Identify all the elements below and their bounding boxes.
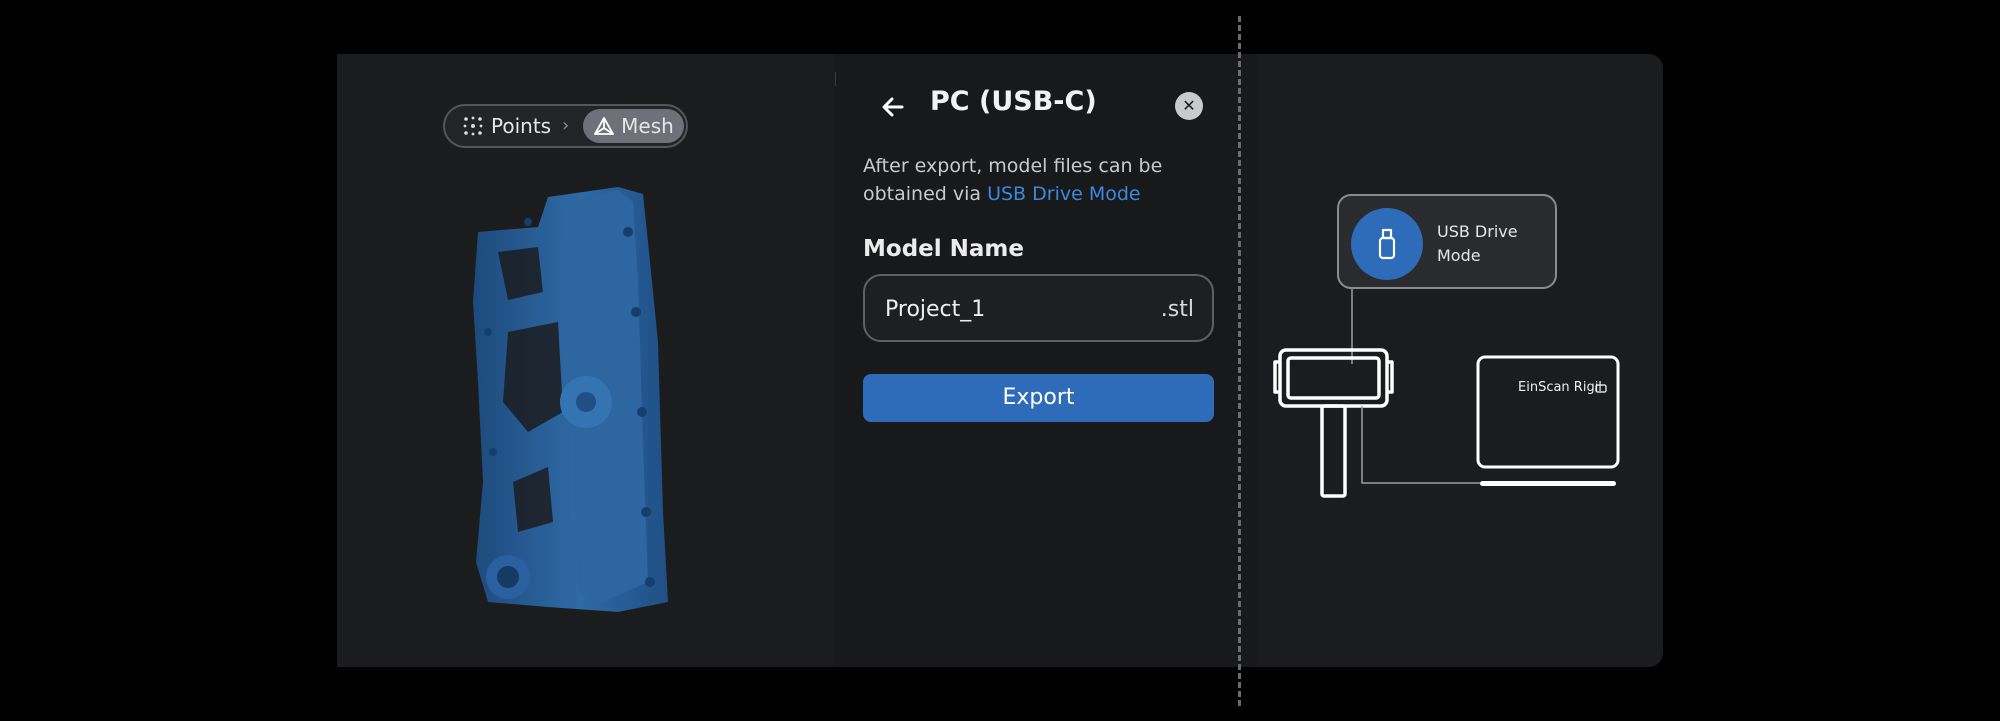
- usb-drive-mode-link[interactable]: USB Drive Mode: [987, 183, 1141, 205]
- laptop-icon: [1476, 355, 1620, 486]
- model-name-label: Model Name: [863, 236, 1024, 262]
- usb-icon: [1351, 208, 1423, 280]
- back-arrow-icon[interactable]: [876, 90, 910, 124]
- file-extension: .stl: [1160, 297, 1194, 322]
- close-icon: ✕: [1182, 96, 1196, 115]
- scanner-icon: [1273, 348, 1394, 498]
- usb-drive-mode-label: USB Drive Mode: [1437, 222, 1518, 265]
- points-label: Points: [491, 114, 552, 138]
- panel-divider: [835, 72, 836, 86]
- points-icon: [463, 116, 483, 136]
- dashed-divider: [1238, 16, 1241, 706]
- model-name-value[interactable]: Project_1: [885, 297, 985, 322]
- laptop-device-label: EinScan Rigil: [1518, 380, 1602, 395]
- mesh-label: Mesh: [621, 114, 674, 138]
- usb-drive-mode-card: USB Drive Mode: [1337, 194, 1557, 289]
- scanned-model-render[interactable]: [468, 182, 698, 622]
- view-mode-toggle: Points › Mesh: [443, 104, 688, 148]
- chevron-right-icon: ›: [562, 115, 570, 136]
- usb-cable: [1361, 406, 1480, 484]
- model-name-field[interactable]: Project_1 .stl: [863, 274, 1214, 342]
- points-option[interactable]: Points: [463, 106, 551, 146]
- export-button[interactable]: Export: [863, 374, 1214, 422]
- export-description: After export, model files can be obtaine…: [863, 152, 1193, 208]
- export-panel: [835, 54, 1257, 667]
- mesh-option[interactable]: Mesh: [583, 109, 684, 143]
- close-button[interactable]: ✕: [1175, 92, 1203, 120]
- panel-title: PC (USB-C): [930, 86, 1097, 117]
- mesh-icon: [594, 117, 615, 135]
